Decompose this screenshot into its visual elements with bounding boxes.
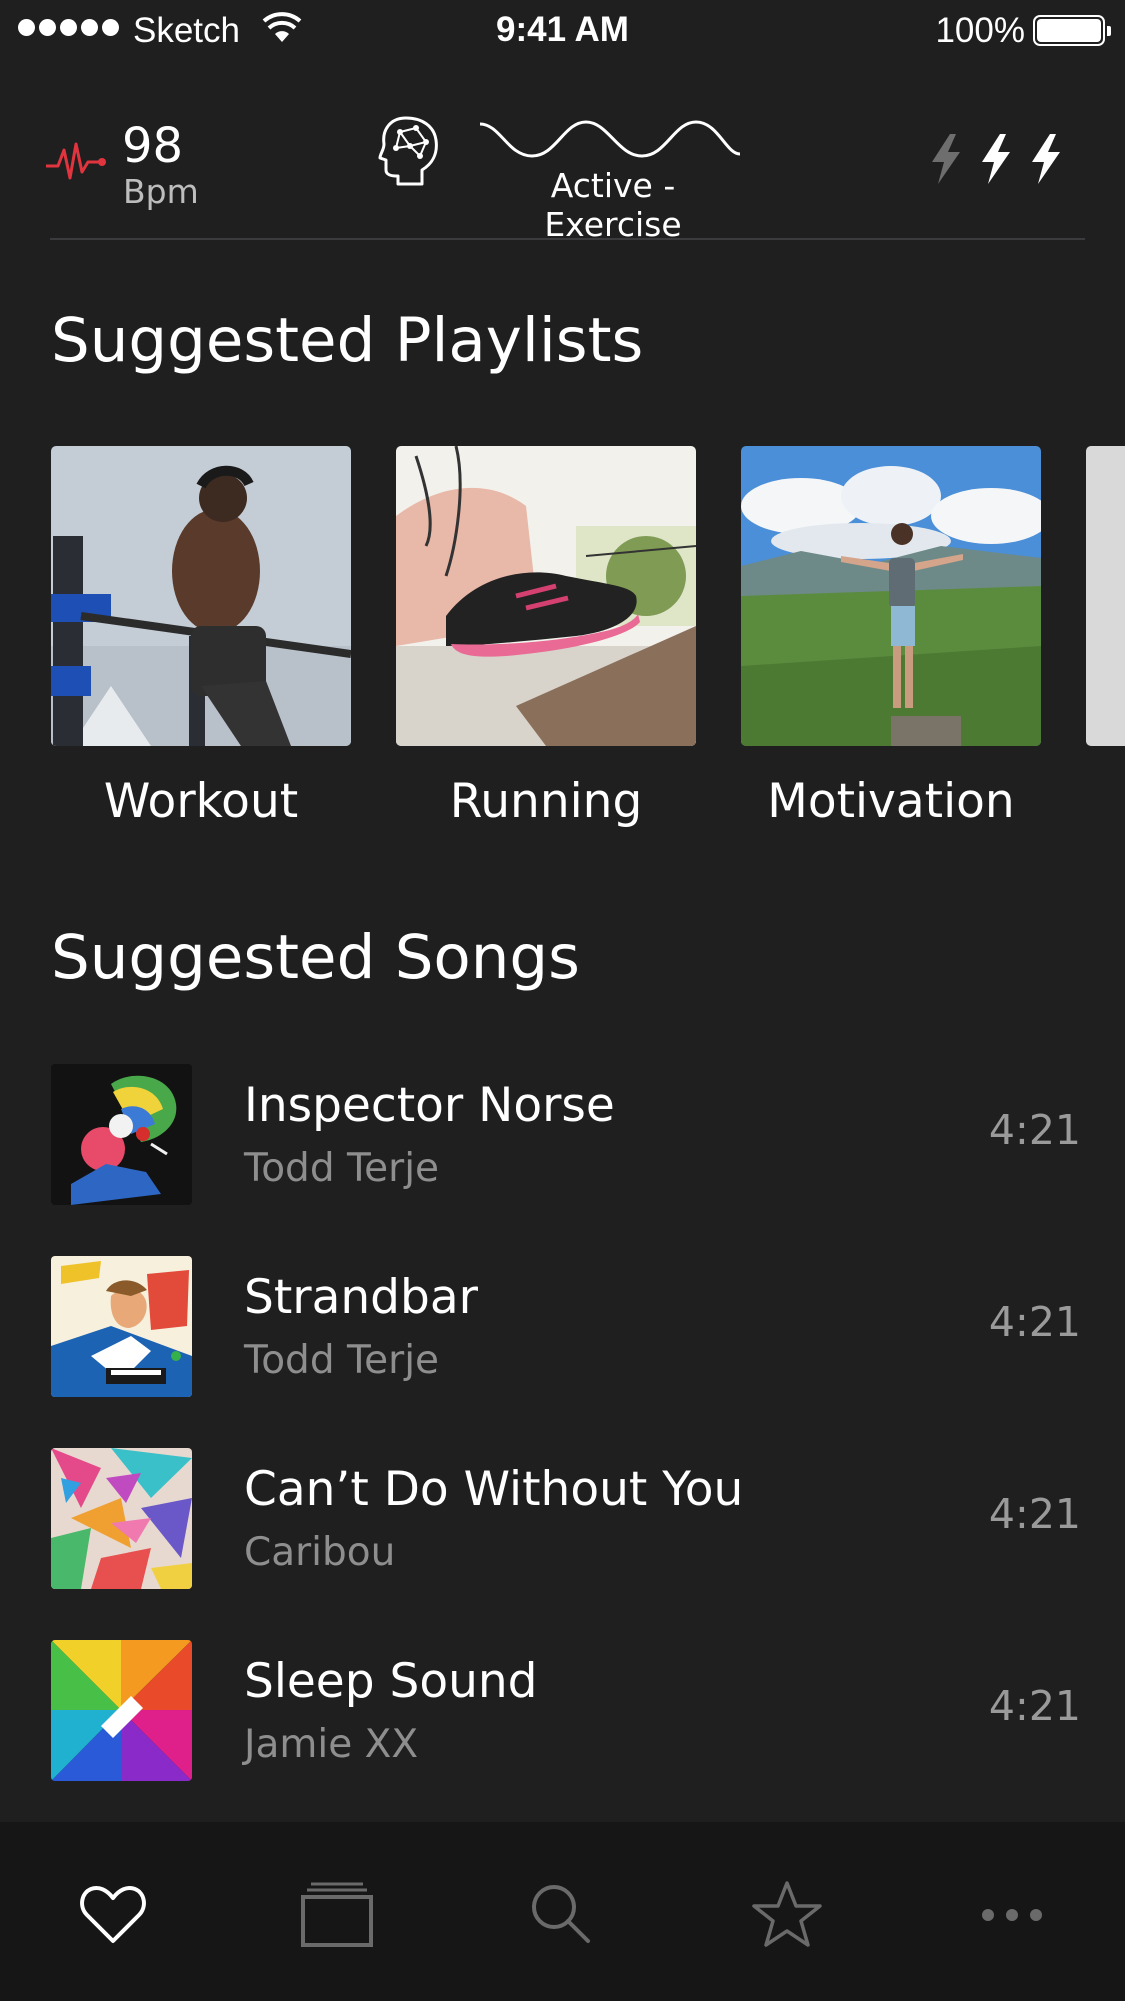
heart-icon xyxy=(80,1886,146,1943)
song-row[interactable]: Inspector Norse Todd Terje 4:21 xyxy=(51,1064,1081,1256)
stack-icon xyxy=(301,1882,373,1947)
songs-section-title: Suggested Songs xyxy=(51,922,580,993)
playlist-label: Workout xyxy=(103,774,299,829)
playlist-label: Motivation xyxy=(767,774,1015,829)
song-cover-art xyxy=(51,1640,192,1781)
song-title: Can’t Do Without You xyxy=(244,1462,744,1517)
song-duration: 4:21 xyxy=(988,1106,1081,1154)
song-row[interactable]: Strandbar Todd Terje 4:21 xyxy=(51,1256,1081,1448)
biometric-header: 98 Bpm Active - Exercise xyxy=(0,100,1125,244)
playlists-carousel[interactable]: Workout Running Motivation xyxy=(51,446,1125,846)
status-bar: Sketch 9:41 AM 100% xyxy=(0,0,1125,62)
playlist-card-workout[interactable]: Workout xyxy=(51,446,351,829)
tab-bar xyxy=(0,1822,1125,2001)
header-divider xyxy=(50,238,1085,240)
battery-icon xyxy=(1033,15,1111,46)
search-icon xyxy=(532,1885,590,1943)
energy-level-indicator xyxy=(928,134,1064,184)
battery-percentage: 100% xyxy=(935,11,1025,50)
tab-more[interactable] xyxy=(967,1874,1057,1954)
song-duration: 4:21 xyxy=(988,1298,1081,1346)
songs-list: Inspector Norse Todd Terje 4:21 Strandba… xyxy=(51,1064,1081,1832)
brainwave-icon xyxy=(479,120,741,158)
brain-head-icon[interactable] xyxy=(376,114,440,186)
playlist-label: Running xyxy=(449,774,643,829)
bpm-value: 98 xyxy=(122,118,184,174)
song-artist: Todd Terje xyxy=(244,1146,440,1191)
lightning-bolt-icon xyxy=(932,134,960,184)
song-title: Inspector Norse xyxy=(244,1078,615,1133)
playlist-card-next-peek[interactable] xyxy=(1086,446,1125,746)
song-row[interactable]: Sleep Sound Jamie XX 4:21 xyxy=(51,1640,1081,1832)
star-icon xyxy=(752,1881,822,1947)
song-artist: Caribou xyxy=(244,1530,396,1575)
song-title: Sleep Sound xyxy=(244,1654,538,1709)
song-duration: 4:21 xyxy=(988,1682,1081,1730)
song-row[interactable]: Can’t Do Without You Caribou 4:21 xyxy=(51,1448,1081,1640)
lightning-bolt-icon xyxy=(982,134,1010,184)
bpm-unit: Bpm xyxy=(123,172,199,211)
playlist-card-running[interactable]: Running xyxy=(396,446,696,829)
song-cover-art xyxy=(51,1448,192,1589)
tab-starred[interactable] xyxy=(742,1874,832,1954)
song-duration: 4:21 xyxy=(988,1490,1081,1538)
heartbeat-pulse-icon xyxy=(46,142,106,180)
playlist-cover-image[interactable] xyxy=(396,446,696,746)
song-artist: Jamie XX xyxy=(244,1722,419,1767)
more-icon xyxy=(982,1909,1042,1921)
lightning-bolt-icon xyxy=(1032,134,1060,184)
song-title: Strandbar xyxy=(244,1270,478,1325)
playlist-cover-image[interactable] xyxy=(741,446,1041,746)
song-artist: Todd Terje xyxy=(244,1338,440,1383)
playlist-card-motivation[interactable]: Motivation xyxy=(741,446,1041,829)
tab-search[interactable] xyxy=(517,1874,607,1954)
activity-mode-label: Active - Exercise xyxy=(544,166,682,244)
tab-library[interactable] xyxy=(292,1874,382,1954)
song-cover-art xyxy=(51,1064,192,1205)
tab-favorites[interactable] xyxy=(68,1874,158,1954)
playlists-section-title: Suggested Playlists xyxy=(51,305,644,376)
song-cover-art xyxy=(51,1256,192,1397)
playlist-cover-image[interactable] xyxy=(51,446,351,746)
